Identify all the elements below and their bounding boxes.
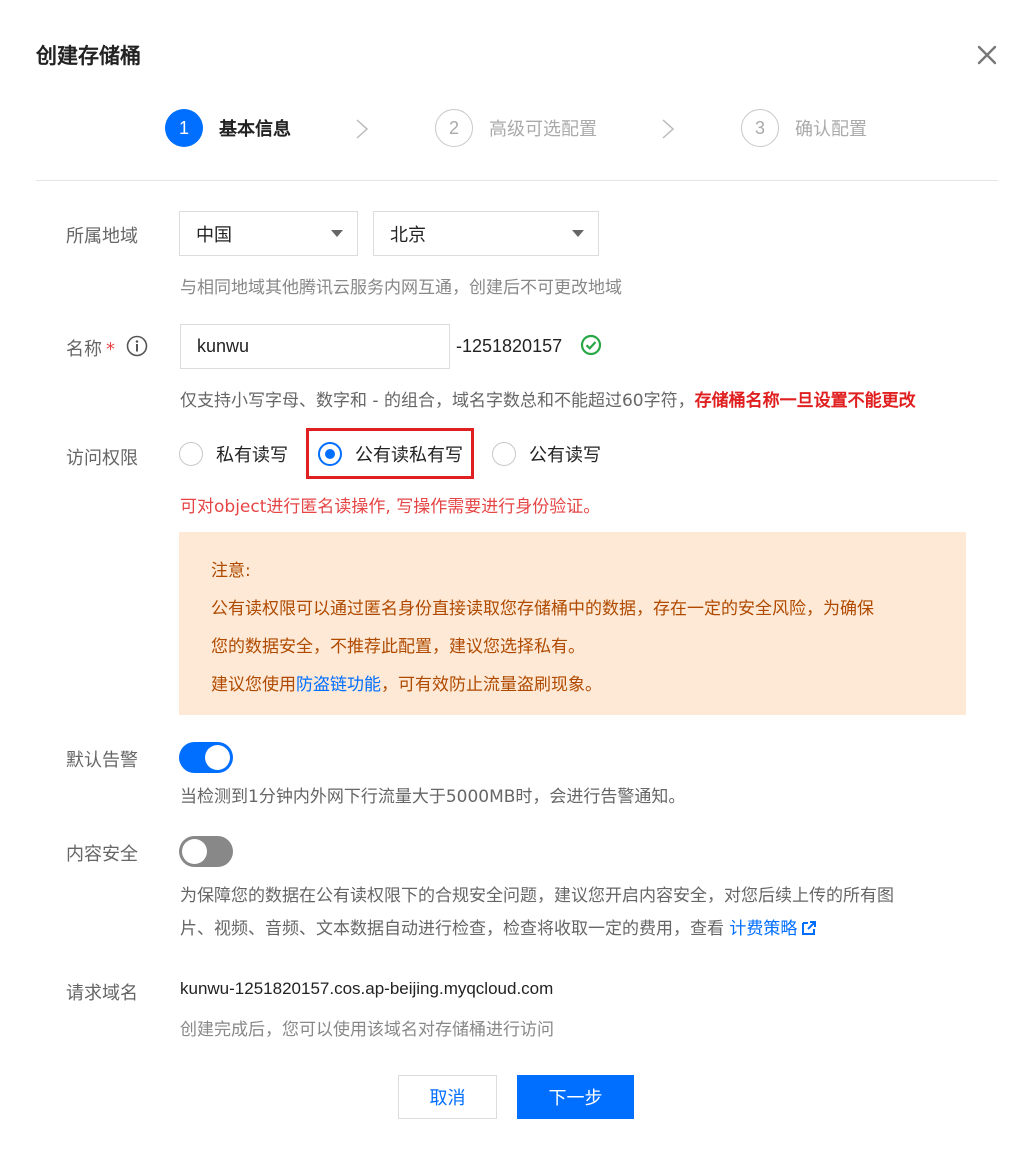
- chevron-right-icon: [354, 118, 370, 140]
- domain-value: kunwu-1251820157.cos.ap-beijing.myqcloud…: [180, 979, 554, 998]
- dialog-title: 创建存储桶: [36, 44, 141, 68]
- notice-line: 您的数据安全，不推荐此配置，建议您选择私有。: [211, 637, 585, 657]
- description-line: 片、视频、音频、文本数据自动进行检查，检查将收取一定的费用，查看 计费策略: [180, 913, 970, 946]
- billing-policy-link[interactable]: 计费策略: [729, 919, 797, 939]
- step-label: 高级可选配置: [489, 119, 597, 140]
- bucket-name-input[interactable]: [180, 324, 450, 369]
- info-icon[interactable]: [126, 335, 148, 357]
- domain-hint: 创建完成后，您可以使用该域名对存储桶进行访问: [180, 1020, 554, 1040]
- step-indicator: 1 基本信息 2 高级可选配置 3 确认配置: [0, 108, 1034, 148]
- name-label: 名称 *: [66, 335, 115, 361]
- notice-title: 注意:: [211, 561, 251, 581]
- radio-private-rw[interactable]: 私有读写: [179, 441, 288, 467]
- caret-down-icon: [572, 230, 584, 237]
- name-hint-warning: 存储桶名称一旦设置不能更改: [694, 391, 916, 411]
- country-value: 中国: [196, 224, 232, 246]
- name-hint: 仅支持小写字母、数字和 - 的组合，域名字数总和不能超过60字符，存储桶名称一旦…: [180, 386, 916, 411]
- description-line: 为保障您的数据在公有读权限下的合规安全问题，建议您开启内容安全，对您后续上传的所…: [180, 886, 894, 906]
- close-icon[interactable]: [975, 43, 999, 67]
- country-select[interactable]: 中国: [179, 211, 358, 256]
- check-circle-icon: [580, 334, 602, 356]
- required-mark: *: [106, 339, 115, 360]
- radio-circle: [492, 442, 516, 466]
- region-label: 所属地域: [66, 226, 138, 247]
- city-value: 北京: [390, 224, 426, 246]
- appid-suffix: -1251820157: [456, 336, 563, 356]
- radio-public-read-private-write[interactable]: 公有读私有写: [318, 441, 463, 467]
- step-number: 1: [165, 109, 203, 147]
- name-label-text: 名称: [66, 339, 102, 360]
- content-security-description: 为保障您的数据在公有读权限下的合规安全问题，建议您开启内容安全，对您后续上传的所…: [180, 880, 970, 946]
- step-confirm-config: 3 确认配置: [741, 108, 867, 148]
- step-basic-info: 1 基本信息: [165, 108, 291, 148]
- external-link-icon[interactable]: [801, 915, 817, 935]
- notice-line: 公有读权限可以通过匿名身份直接读取您存储桶中的数据，存在一定的安全风险，为确保: [211, 599, 874, 619]
- alarm-label: 默认告警: [66, 750, 138, 771]
- radio-label: 私有读写: [216, 445, 288, 466]
- radio-circle: [179, 442, 203, 466]
- access-description: 可对object进行匿名读操作, 写操作需要进行身份验证。: [180, 497, 601, 517]
- content-security-label: 内容安全: [66, 844, 138, 865]
- access-label: 访问权限: [66, 448, 138, 469]
- name-hint-text: 仅支持小写字母、数字和 - 的组合，域名字数总和不能超过60字符，: [180, 391, 695, 411]
- notice-line: 建议您使用防盗链功能，可有效防止流量盗刷现象。: [211, 666, 934, 704]
- radio-circle-checked: [318, 442, 342, 466]
- description-text: 片、视频、音频、文本数据自动进行检查，检查将收取一定的费用，查看: [180, 919, 730, 939]
- radio-label: 公有读写: [529, 445, 601, 466]
- next-step-button[interactable]: 下一步: [517, 1075, 634, 1119]
- content-security-toggle[interactable]: [179, 836, 233, 867]
- cancel-button[interactable]: 取消: [398, 1075, 497, 1119]
- alarm-toggle[interactable]: [179, 742, 233, 773]
- domain-label: 请求域名: [66, 983, 138, 1004]
- caret-down-icon: [331, 230, 343, 237]
- radio-label: 公有读私有写: [355, 445, 463, 466]
- toggle-knob: [182, 839, 207, 864]
- alarm-hint: 当检测到1分钟内外网下行流量大于5000MB时，会进行告警通知。: [180, 787, 686, 807]
- step-label: 基本信息: [219, 119, 291, 140]
- step-advanced-config: 2 高级可选配置: [435, 108, 597, 148]
- region-hint: 与相同地域其他腾讯云服务内网互通，创建后不可更改地域: [180, 278, 622, 298]
- step-number: 2: [435, 109, 473, 147]
- toggle-knob: [205, 745, 230, 770]
- hotlink-protection-link[interactable]: 防盗链功能: [296, 675, 381, 695]
- step-number: 3: [741, 109, 779, 147]
- step-label: 确认配置: [795, 119, 867, 140]
- radio-public-rw[interactable]: 公有读写: [492, 441, 601, 467]
- notice-text: 建议您使用: [211, 675, 296, 695]
- header-divider: [36, 180, 998, 181]
- notice-text: ，可有效防止流量盗刷现象。: [381, 675, 602, 695]
- security-notice: 注意: 公有读权限可以通过匿名身份直接读取您存储桶中的数据，存在一定的安全风险，…: [179, 532, 966, 715]
- city-select[interactable]: 北京: [373, 211, 599, 256]
- chevron-right-icon: [660, 118, 676, 140]
